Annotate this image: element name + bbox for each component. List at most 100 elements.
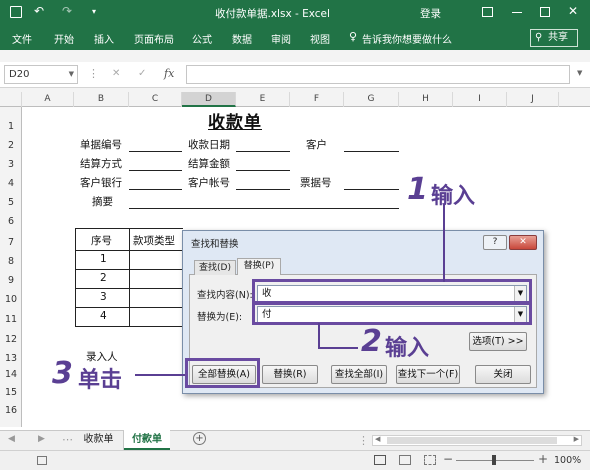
column-header[interactable]: H (399, 92, 453, 107)
macro-record-icon[interactable] (37, 456, 47, 465)
more-sheets-icon[interactable]: ⋯ (62, 433, 73, 446)
column-header[interactable]: C (129, 92, 182, 107)
highlight-replace-all (185, 358, 260, 388)
maximize-icon[interactable] (540, 7, 550, 17)
sheet-tab-receipt[interactable]: 收款单 (74, 431, 124, 450)
row-header[interactable]: 12 (0, 334, 22, 345)
add-sheet-icon[interactable]: + (193, 432, 206, 445)
zoom-level[interactable]: 100% (554, 455, 581, 466)
label-customer-account: 客户帐号 (188, 177, 230, 189)
customize-toolbar-icon[interactable]: ▾ (92, 7, 96, 16)
tab-file[interactable]: 文件 (12, 31, 32, 46)
more-options-icon: ⋮ (88, 67, 99, 80)
scrollbar-thumb[interactable] (387, 437, 557, 444)
replace-button[interactable]: 替换(R) (262, 365, 318, 384)
minimize-icon[interactable] (512, 12, 522, 13)
tab-data[interactable]: 数据 (232, 31, 252, 46)
confirm-icon[interactable]: ✓ (138, 68, 146, 79)
row-header[interactable]: 2 (0, 140, 22, 151)
select-all-corner[interactable] (0, 92, 22, 107)
row-header[interactable]: 8 (0, 256, 22, 267)
title-bar: ↶ ↷ ▾ 收付款单据.xlsx - Excel 登录 ✕ (0, 0, 590, 26)
save-icon[interactable] (10, 6, 22, 18)
close-dialog-button[interactable]: ✕ (509, 235, 537, 250)
tab-home[interactable]: 开始 (54, 31, 74, 46)
underline (236, 151, 290, 152)
scroll-right-icon[interactable]: ▶ (38, 434, 45, 444)
cancel-icon[interactable]: ✕ (112, 68, 120, 79)
tab-insert[interactable]: 插入 (94, 31, 114, 46)
share-button[interactable]: ⚲ 共享 (530, 29, 578, 47)
column-header[interactable]: F (290, 92, 344, 107)
page-layout-view-icon[interactable] (399, 455, 411, 465)
login-link[interactable]: 登录 (420, 6, 441, 21)
tab-review[interactable]: 审阅 (271, 31, 291, 46)
close-window-icon[interactable]: ✕ (568, 4, 578, 18)
row-header[interactable]: 6 (0, 216, 22, 227)
tell-me-box[interactable]: 告诉我你想要做什么 (362, 31, 452, 46)
underline (129, 170, 182, 171)
zoom-out-icon[interactable]: − (443, 452, 453, 466)
sheet-tab-payment[interactable]: 付款单 (124, 430, 170, 450)
share-label: 共享 (548, 32, 568, 43)
undo-icon[interactable]: ↶ (34, 4, 44, 18)
column-header[interactable]: D (182, 92, 236, 107)
table-header-type: 款项类型 (133, 235, 175, 247)
row-header[interactable]: 1 (0, 121, 22, 132)
table-cell-seq: 4 (100, 310, 107, 322)
find-all-button[interactable]: 查找全部(I) (331, 365, 387, 384)
step3-text: 单击 (78, 368, 123, 393)
column-header[interactable]: A (22, 92, 74, 107)
options-button[interactable]: 选项(T) >> (469, 332, 527, 351)
table-border (75, 228, 76, 326)
expand-formula-icon[interactable]: ▼ (577, 69, 582, 77)
column-header[interactable]: I (453, 92, 507, 107)
column-header[interactable]: G (344, 92, 399, 107)
row-header[interactable]: 4 (0, 178, 22, 189)
formula-input[interactable] (186, 65, 570, 84)
underline (236, 189, 290, 190)
row-header[interactable]: 7 (0, 237, 22, 248)
row-header[interactable]: 13 (0, 353, 22, 364)
scroll-left-arrow-icon[interactable]: ◀ (375, 435, 380, 443)
underline (236, 170, 290, 171)
chevron-down-icon[interactable]: ▼ (69, 66, 74, 83)
split-handle-icon[interactable]: ⋮ (358, 434, 369, 447)
row-header[interactable]: 15 (0, 387, 22, 398)
row-header[interactable]: 3 (0, 159, 22, 170)
row-header[interactable]: 9 (0, 275, 22, 286)
zoom-slider-thumb[interactable] (492, 455, 496, 465)
row-header[interactable]: 14 (0, 369, 22, 380)
zoom-slider[interactable] (456, 455, 534, 465)
scroll-right-arrow-icon[interactable]: ▶ (574, 435, 579, 443)
tab-replace[interactable]: 替换(P) (237, 258, 281, 275)
horizontal-scrollbar[interactable]: ◀ ▶ (372, 435, 582, 446)
tab-page-layout[interactable]: 页面布局 (134, 31, 174, 46)
zoom-in-icon[interactable]: + (538, 452, 548, 466)
tab-view[interactable]: 视图 (310, 31, 330, 46)
row-header[interactable]: 5 (0, 197, 22, 208)
step1-number: 1 (407, 172, 428, 207)
close-button[interactable]: 关闭 (475, 365, 531, 384)
row-header[interactable]: 10 (0, 294, 22, 305)
ribbon-display-icon[interactable] (482, 7, 493, 17)
find-next-button[interactable]: 查找下一个(F) (396, 365, 460, 384)
normal-view-icon[interactable] (374, 455, 386, 465)
scroll-left-icon[interactable]: ◀ (8, 434, 15, 444)
row-header[interactable]: 16 (0, 405, 22, 416)
window-title: 收付款单据.xlsx - Excel (215, 8, 330, 20)
tab-formulas[interactable]: 公式 (192, 31, 212, 46)
row-header[interactable]: 11 (0, 314, 22, 325)
tab-find[interactable]: 查找(D) (194, 260, 236, 275)
column-header[interactable]: B (74, 92, 129, 107)
redo-icon[interactable]: ↷ (62, 4, 72, 18)
page-break-view-icon[interactable] (424, 455, 436, 465)
function-icon[interactable]: fx (164, 67, 174, 80)
column-header[interactable]: E (236, 92, 290, 107)
name-box[interactable]: D20 ▼ (4, 65, 78, 84)
row-headers: 1 2 3 4 5 6 7 8 9 10 11 12 13 14 15 16 (0, 107, 22, 427)
step2-number: 2 (361, 324, 382, 359)
help-button[interactable]: ? (483, 235, 507, 250)
label-bill-no: 票据号 (300, 177, 332, 189)
column-header[interactable]: J (507, 92, 559, 107)
